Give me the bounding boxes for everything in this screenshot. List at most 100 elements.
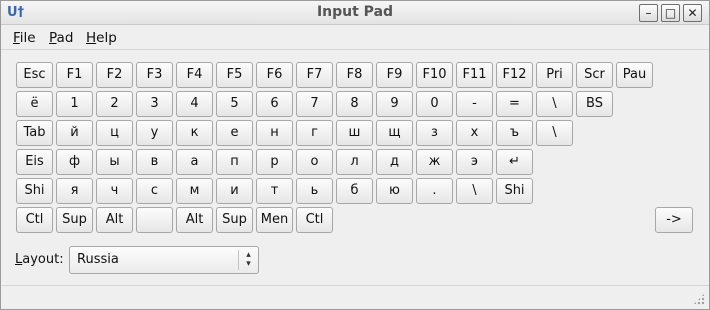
key[interactable]: с bbox=[136, 178, 173, 204]
key[interactable]: F12 bbox=[496, 62, 533, 88]
key[interactable]: ф bbox=[56, 149, 93, 175]
key[interactable]: ц bbox=[96, 120, 133, 146]
key[interactable]: л bbox=[336, 149, 373, 175]
key[interactable]: F6 bbox=[256, 62, 293, 88]
key[interactable]: 2 bbox=[96, 91, 133, 117]
layout-select[interactable]: Russia ▴ ▾ bbox=[69, 246, 259, 274]
minimize-button[interactable]: – bbox=[639, 4, 658, 22]
input-pad-window: U† Input Pad – □ ✕ File Pad Help Esc F1 F2… bbox=[0, 0, 710, 310]
key[interactable]: Eis bbox=[16, 149, 53, 175]
key[interactable]: д bbox=[376, 149, 413, 175]
key[interactable]: м bbox=[176, 178, 213, 204]
maximize-button[interactable]: □ bbox=[661, 4, 680, 22]
key[interactable]: а bbox=[176, 149, 213, 175]
key[interactable]: Ctl bbox=[296, 207, 333, 233]
menu-pad-label: ad bbox=[56, 30, 74, 46]
key[interactable]: Shi bbox=[496, 178, 533, 204]
menu-pad[interactable]: Pad bbox=[49, 30, 73, 46]
select-arrows-icon: ▴ ▾ bbox=[238, 250, 258, 270]
key[interactable]: BS bbox=[576, 91, 613, 117]
key[interactable]: ь bbox=[296, 178, 333, 204]
key[interactable]: F1 bbox=[56, 62, 93, 88]
key[interactable]: я bbox=[56, 178, 93, 204]
key[interactable]: ч bbox=[96, 178, 133, 204]
menu-file-accel: F bbox=[13, 30, 20, 46]
key[interactable]: р bbox=[256, 149, 293, 175]
title-bar[interactable]: U† Input Pad – □ ✕ bbox=[1, 1, 709, 25]
key[interactable]: у bbox=[136, 120, 173, 146]
key[interactable]: F10 bbox=[416, 62, 453, 88]
key[interactable]: Shi bbox=[16, 178, 53, 204]
key[interactable]: F9 bbox=[376, 62, 413, 88]
key[interactable]: е bbox=[216, 120, 253, 146]
key[interactable]: 0 bbox=[416, 91, 453, 117]
key[interactable]: в bbox=[136, 149, 173, 175]
arrow-right-key[interactable]: -> bbox=[655, 207, 693, 233]
key[interactable]: г bbox=[296, 120, 333, 146]
key[interactable]: \ bbox=[536, 120, 573, 146]
key[interactable]: 9 bbox=[376, 91, 413, 117]
key[interactable]: F8 bbox=[336, 62, 373, 88]
menu-bar: File Pad Help bbox=[1, 26, 709, 50]
layout-label: Layout: bbox=[15, 252, 64, 267]
window-title: Input Pad bbox=[316, 4, 394, 20]
key[interactable]: Pri bbox=[536, 62, 573, 88]
menu-file-label: ile bbox=[19, 30, 36, 46]
key[interactable]: 6 bbox=[256, 91, 293, 117]
key[interactable]: \ bbox=[456, 178, 493, 204]
key[interactable]: ↵ bbox=[496, 149, 533, 175]
key[interactable]: Pau bbox=[616, 62, 653, 88]
key[interactable]: 1 bbox=[56, 91, 93, 117]
key[interactable]: F2 bbox=[96, 62, 133, 88]
key[interactable]: Men bbox=[256, 207, 293, 233]
key[interactable]: и bbox=[216, 178, 253, 204]
key[interactable]: = bbox=[496, 91, 533, 117]
key[interactable] bbox=[136, 207, 173, 233]
key[interactable]: F11 bbox=[456, 62, 493, 88]
key[interactable]: 4 bbox=[176, 91, 213, 117]
key[interactable]: х bbox=[456, 120, 493, 146]
key[interactable]: Scr bbox=[576, 62, 613, 88]
key[interactable]: п bbox=[216, 149, 253, 175]
resize-grip-icon[interactable] bbox=[693, 293, 705, 305]
menu-help[interactable]: Help bbox=[86, 30, 117, 46]
key[interactable]: з bbox=[416, 120, 453, 146]
key[interactable]: Sup bbox=[56, 207, 93, 233]
menu-pad-accel: P bbox=[49, 30, 57, 46]
select-down-icon: ▾ bbox=[246, 259, 251, 269]
key[interactable]: \ bbox=[536, 91, 573, 117]
key[interactable]: F3 bbox=[136, 62, 173, 88]
key[interactable]: к bbox=[176, 120, 213, 146]
status-bar bbox=[1, 285, 709, 309]
key[interactable]: Tab bbox=[16, 120, 53, 146]
key[interactable]: н bbox=[256, 120, 293, 146]
key[interactable]: 7 bbox=[296, 91, 333, 117]
key[interactable]: Sup bbox=[216, 207, 253, 233]
key[interactable]: - bbox=[456, 91, 493, 117]
key[interactable]: б bbox=[336, 178, 373, 204]
menu-file[interactable]: File bbox=[13, 30, 36, 46]
key[interactable]: щ bbox=[376, 120, 413, 146]
key[interactable]: ш bbox=[336, 120, 373, 146]
key[interactable]: F7 bbox=[296, 62, 333, 88]
key[interactable]: э bbox=[456, 149, 493, 175]
key[interactable]: Alt bbox=[96, 207, 133, 233]
key[interactable]: 3 bbox=[136, 91, 173, 117]
key[interactable]: Ctl bbox=[16, 207, 53, 233]
key[interactable]: F5 bbox=[216, 62, 253, 88]
key[interactable]: й bbox=[56, 120, 93, 146]
key[interactable]: 5 bbox=[216, 91, 253, 117]
key[interactable]: ъ bbox=[496, 120, 533, 146]
key[interactable]: Alt bbox=[176, 207, 213, 233]
key[interactable]: т bbox=[256, 178, 293, 204]
key[interactable]: ё bbox=[16, 91, 53, 117]
key[interactable]: о bbox=[296, 149, 333, 175]
key[interactable]: ы bbox=[96, 149, 133, 175]
key[interactable]: F4 bbox=[176, 62, 213, 88]
key[interactable]: ю bbox=[376, 178, 413, 204]
key[interactable]: ж bbox=[416, 149, 453, 175]
key[interactable]: 8 bbox=[336, 91, 373, 117]
close-button[interactable]: ✕ bbox=[683, 4, 702, 22]
key[interactable]: Esc bbox=[16, 62, 53, 88]
key[interactable]: . bbox=[416, 178, 453, 204]
